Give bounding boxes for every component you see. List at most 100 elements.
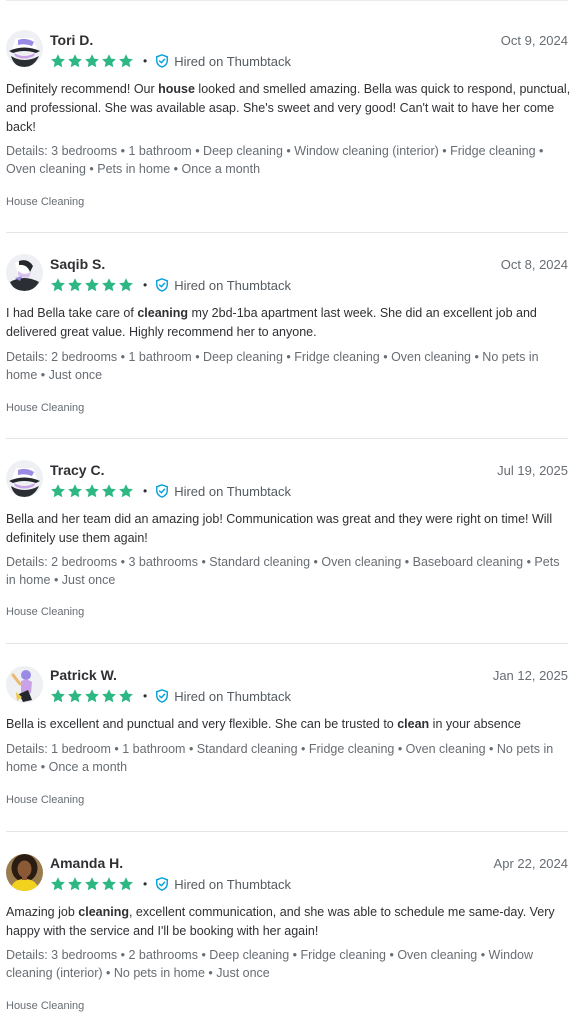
review-text-run: Definitely recommend! Our bbox=[6, 82, 159, 96]
reviewer-name: Saqib S. bbox=[50, 256, 106, 272]
review-date: Oct 9, 2024 bbox=[500, 33, 568, 48]
hired-label: Hired on Thumbtack bbox=[174, 688, 292, 704]
separator-dot: • bbox=[143, 278, 148, 292]
star-icon bbox=[51, 278, 65, 292]
reviewer-name: Amanda H. bbox=[50, 855, 124, 871]
star-icon bbox=[119, 54, 133, 68]
review-details: Details: 3 bedrooms • 1 bathroom • Deep … bbox=[6, 144, 544, 176]
reviewer-name: Tracy C. bbox=[50, 462, 105, 478]
separator-dot: • bbox=[143, 484, 148, 498]
shield-check-icon bbox=[156, 54, 169, 68]
rating-row: • Hired on Thumbtack bbox=[50, 276, 291, 294]
separator-dot: • bbox=[143, 54, 148, 68]
star-icon bbox=[119, 484, 133, 498]
top-divider bbox=[6, 0, 568, 1]
star-icon bbox=[119, 278, 133, 292]
divider bbox=[6, 438, 568, 439]
review-text: Amazing job cleaning, excellent communic… bbox=[6, 903, 572, 941]
hired-label: Hired on Thumbtack bbox=[174, 876, 292, 892]
star-rating bbox=[50, 688, 134, 704]
star-icon bbox=[119, 877, 133, 891]
review-text: Bella and her team did an amazing job! C… bbox=[6, 510, 572, 548]
divider bbox=[6, 643, 568, 644]
star-icon bbox=[119, 689, 133, 703]
star-icon bbox=[102, 689, 116, 703]
review-details: Details: 2 bedrooms • 3 bathrooms • Stan… bbox=[6, 555, 560, 587]
review-date: Oct 8, 2024 bbox=[500, 257, 568, 272]
rating-row: • Hired on Thumbtack bbox=[50, 52, 291, 70]
shield-check-icon bbox=[156, 278, 169, 292]
avatar[interactable] bbox=[6, 254, 43, 291]
rating-row: • Hired on Thumbtack bbox=[50, 482, 291, 500]
shield-check-icon bbox=[156, 484, 169, 498]
star-icon bbox=[85, 278, 99, 292]
star-icon bbox=[68, 877, 82, 891]
review-date: Jan 12, 2025 bbox=[492, 668, 568, 683]
star-icon bbox=[85, 877, 99, 891]
review-keyword: house bbox=[158, 82, 195, 96]
star-icon bbox=[85, 54, 99, 68]
review-text-run: Bella and her team did an amazing job! C… bbox=[6, 512, 553, 545]
review-text-run: in your absence bbox=[429, 717, 521, 731]
review-text-run: I had Bella take care of bbox=[6, 306, 138, 320]
star-icon bbox=[68, 54, 82, 68]
rating-row: • Hired on Thumbtack bbox=[50, 875, 291, 893]
star-rating bbox=[50, 876, 134, 892]
hat-woman-avatar-icon bbox=[6, 30, 43, 67]
star-rating bbox=[50, 53, 134, 69]
reviewer-name: Patrick W. bbox=[50, 667, 117, 683]
waving-figure-avatar-icon bbox=[6, 666, 43, 703]
review-text: Definitely recommend! Our house looked a… bbox=[6, 80, 572, 137]
review-date: Apr 22, 2024 bbox=[493, 856, 568, 871]
avatar[interactable] bbox=[6, 666, 43, 703]
hired-label: Hired on Thumbtack bbox=[174, 53, 292, 69]
review-text-run: Bella is excellent and punctual and very… bbox=[6, 717, 398, 731]
star-icon bbox=[51, 54, 65, 68]
review-keyword: cleaning bbox=[137, 306, 189, 320]
star-icon bbox=[102, 484, 116, 498]
star-icon bbox=[68, 278, 82, 292]
review-category: House Cleaning bbox=[6, 606, 85, 618]
star-icon bbox=[102, 278, 116, 292]
review-category: House Cleaning bbox=[6, 196, 85, 208]
avatar[interactable] bbox=[6, 460, 43, 497]
star-icon bbox=[51, 484, 65, 498]
review-details: Details: 3 bedrooms • 2 bathrooms • Deep… bbox=[6, 948, 534, 980]
rating-row: • Hired on Thumbtack bbox=[50, 687, 291, 705]
hat-woman-avatar-icon bbox=[6, 460, 43, 497]
review-text: I had Bella take care of cleaning my 2bd… bbox=[6, 304, 572, 342]
divider bbox=[6, 232, 568, 233]
photo-avatar-icon bbox=[6, 854, 43, 891]
star-rating bbox=[50, 277, 134, 293]
shield-check-icon bbox=[156, 877, 169, 891]
star-icon bbox=[102, 877, 116, 891]
star-icon bbox=[102, 54, 116, 68]
hired-label: Hired on Thumbtack bbox=[174, 277, 292, 293]
review-text: Bella is excellent and punctual and very… bbox=[6, 715, 572, 734]
avatar[interactable] bbox=[6, 854, 43, 891]
reviewer-name: Tori D. bbox=[50, 32, 94, 48]
review-details: Details: 2 bedrooms • 1 bathroom • Deep … bbox=[6, 350, 539, 382]
shield-check-icon bbox=[156, 689, 169, 703]
review-text-run: Amazing job bbox=[6, 905, 79, 919]
star-rating bbox=[50, 483, 134, 499]
review-details: Details: 1 bedroom • 1 bathroom • Standa… bbox=[6, 742, 554, 774]
hooded-figure-avatar-icon bbox=[6, 254, 43, 291]
review-category: House Cleaning bbox=[6, 1000, 85, 1012]
review-category: House Cleaning bbox=[6, 402, 85, 414]
divider bbox=[6, 831, 568, 832]
star-icon bbox=[85, 689, 99, 703]
separator-dot: • bbox=[143, 689, 148, 703]
separator-dot: • bbox=[143, 877, 148, 891]
star-icon bbox=[51, 689, 65, 703]
review-keyword: cleaning bbox=[78, 905, 129, 919]
star-icon bbox=[85, 484, 99, 498]
review-category: House Cleaning bbox=[6, 794, 85, 806]
star-icon bbox=[68, 689, 82, 703]
avatar[interactable] bbox=[6, 30, 43, 67]
star-icon bbox=[51, 877, 65, 891]
review-keyword: clean bbox=[397, 717, 430, 731]
hired-label: Hired on Thumbtack bbox=[174, 483, 292, 499]
review-date: Jul 19, 2025 bbox=[497, 463, 568, 478]
star-icon bbox=[68, 484, 82, 498]
